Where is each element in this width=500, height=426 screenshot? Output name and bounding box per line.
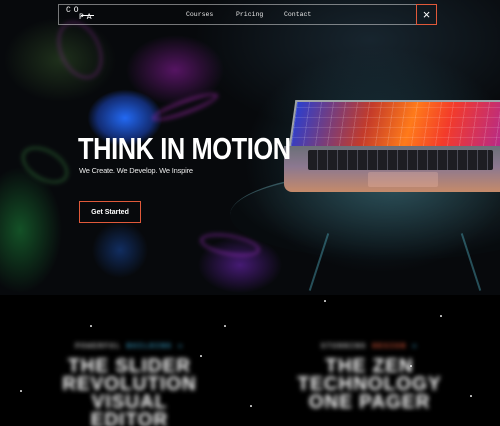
logo-divider — [81, 15, 94, 16]
laptop-trackpad — [368, 172, 438, 187]
star — [224, 325, 226, 327]
slide-kicker: POWERFUL BUILDING » — [52, 343, 207, 351]
star — [440, 315, 442, 317]
laptop-screen — [288, 100, 500, 148]
slides-section: POWERFUL BUILDING » THE SLIDER REVOLUTIO… — [0, 295, 500, 426]
slide-card-editor[interactable]: POWERFUL BUILDING » THE SLIDER REVOLUTIO… — [52, 343, 207, 426]
star — [470, 395, 472, 397]
kicker-accent: DESIGN — [372, 343, 407, 351]
hero-subtitle: We Create. We Develop. We Inspire — [79, 166, 193, 175]
slide-card-one-pager[interactable]: STUNNING DESIGN » THE ZEN TECHNOLOGY ONE… — [292, 343, 447, 412]
ink-swirl — [15, 139, 75, 191]
nav-link-pricing[interactable]: Pricing — [236, 11, 263, 18]
close-menu-button[interactable]: × — [416, 4, 437, 25]
slide-title: THE ZEN TECHNOLOGY ONE PAGER — [297, 356, 442, 413]
close-icon: × — [422, 7, 431, 22]
star — [20, 390, 22, 392]
logo[interactable]: CO PA — [66, 7, 100, 23]
nav-link-contact[interactable]: Contact — [284, 11, 311, 18]
kicker-arrow: » — [177, 343, 184, 351]
star — [90, 325, 92, 327]
star — [250, 405, 252, 407]
kicker-prefix: POWERFUL — [75, 343, 121, 351]
kicker-prefix: STUNNING — [321, 343, 367, 351]
slide-title: THE SLIDER REVOLUTION VISUAL EDITOR — [62, 356, 197, 426]
kicker-accent: BUILDING — [126, 343, 173, 351]
hero-title: THINK IN MOTION — [78, 131, 291, 166]
ink-swirl — [149, 88, 221, 126]
ink-swirl — [49, 14, 111, 86]
kicker-arrow: » — [412, 343, 418, 351]
star — [324, 300, 326, 302]
slide-kicker: STUNNING DESIGN » — [292, 343, 447, 351]
get-started-button[interactable]: Get Started — [79, 201, 141, 223]
nav-link-courses[interactable]: Courses — [186, 11, 213, 18]
laptop-keyboard — [308, 150, 493, 170]
